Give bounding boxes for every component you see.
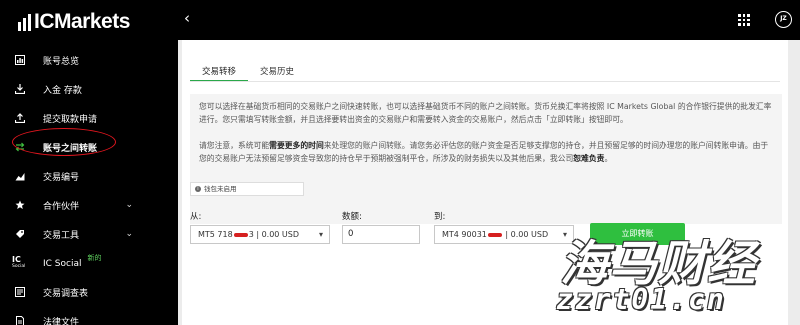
chevron-down-icon: ⌄ bbox=[125, 200, 133, 210]
legal-doc-icon bbox=[14, 316, 25, 325]
top-bar: ‹ JZ bbox=[178, 0, 800, 40]
redaction-mark bbox=[487, 232, 502, 237]
sidebar-item-partners[interactable]: 合作伙伴 ⌄ bbox=[0, 191, 178, 220]
wallet-status-text: 钱包未启用 bbox=[204, 185, 237, 193]
survey-icon bbox=[14, 287, 25, 298]
from-account-select[interactable]: MT5 718 3 | 0.00 USD ▾ bbox=[190, 225, 330, 244]
sidebar-item-ic-social[interactable]: IC Social IC Social 新的 bbox=[0, 249, 178, 278]
info-paragraph-2: 请您注意，系统可能需要更多的时间来处理您的账户间转账。请您务必评估您的账户资金是… bbox=[199, 141, 769, 163]
amount-input[interactable]: 0 bbox=[342, 225, 420, 244]
chevron-left-icon[interactable]: ‹ bbox=[184, 11, 190, 26]
sidebar-item-trading-accounts[interactable]: 交易编号 bbox=[0, 162, 178, 191]
bar-chart-icon bbox=[14, 55, 25, 66]
to-account-select[interactable]: MT4 90031 | 0.00 USD ▾ bbox=[434, 225, 574, 244]
sidebar-item-label: 账号总览 bbox=[43, 57, 80, 67]
sidebar-item-trading-survey[interactable]: 交易调查表 bbox=[0, 278, 178, 307]
transfer-arrows-icon bbox=[14, 142, 25, 153]
chevron-down-icon: ⌄ bbox=[125, 229, 133, 239]
sidebar-item-label: 交易工具 bbox=[43, 231, 80, 241]
sidebar-item-label: 账号之间转账 bbox=[43, 144, 98, 154]
ic-social-icon: IC Social bbox=[12, 255, 26, 270]
tab-transfer[interactable]: 交易转移 bbox=[190, 64, 249, 82]
tools-icon bbox=[14, 229, 25, 240]
transfer-now-button[interactable]: 立即转账 bbox=[590, 223, 685, 245]
chart-icon bbox=[14, 171, 25, 182]
sidebar-item-account-overview[interactable]: 账号总览 bbox=[0, 46, 178, 75]
new-badge: 新的 bbox=[87, 253, 102, 262]
sidebar-item-label: 提交取款申请 bbox=[43, 115, 98, 125]
from-account-suffix: 3 | 0.00 USD bbox=[248, 230, 300, 239]
partner-icon bbox=[14, 200, 25, 211]
sidebar-item-legal-documents[interactable]: 法律文件 bbox=[0, 307, 178, 325]
sidebar-item-trading-tools[interactable]: 交易工具 ⌄ bbox=[0, 220, 178, 249]
tab-history[interactable]: 交易历史 bbox=[248, 64, 306, 82]
chevron-down-icon: ▾ bbox=[562, 230, 567, 239]
sidebar-nav: 账号总览 入金 存款 提交取款申请 账号之间转账 交易编号 合作伙伴 ⌄ 交易工… bbox=[0, 46, 178, 325]
tab-bar: 交易转移 交易历史 bbox=[190, 64, 306, 82]
logo-text: ICMarkets bbox=[34, 10, 130, 33]
logo-bars-icon bbox=[18, 13, 31, 31]
sidebar-item-withdraw[interactable]: 提交取款申请 bbox=[0, 104, 178, 133]
deposit-icon bbox=[14, 84, 25, 95]
sidebar-item-label: 法律文件 bbox=[43, 318, 80, 325]
tab-divider bbox=[190, 81, 780, 82]
info-panel: 您可以选择在基础货币相同的交易账户之间快速转账，也可以选择基础货币不同的账户之间… bbox=[190, 94, 782, 224]
sidebar-item-label: 入金 存款 bbox=[43, 86, 82, 96]
sidebar: ICMarkets 账号总览 入金 存款 提交取款申请 账号之间转账 交易编号 … bbox=[0, 0, 178, 325]
chevron-down-icon: ▾ bbox=[318, 230, 323, 239]
from-account-prefix: MT5 718 bbox=[198, 230, 233, 239]
transfer-card: 交易转移 交易历史 您可以选择在基础货币相同的交易账户之间快速转账，也可以选择基… bbox=[182, 40, 788, 325]
info-paragraph-1: 您可以选择在基础货币相同的交易账户之间快速转账，也可以选择基础货币不同的账户之间… bbox=[199, 102, 772, 124]
sidebar-item-label: IC Social bbox=[43, 258, 82, 269]
app-window: ICMarkets 账号总览 入金 存款 提交取款申请 账号之间转账 交易编号 … bbox=[0, 0, 800, 325]
to-account-prefix: MT4 90031 bbox=[442, 230, 487, 239]
apps-grid-icon[interactable] bbox=[738, 14, 750, 26]
to-label: 到: bbox=[434, 212, 446, 222]
redaction-mark bbox=[233, 232, 248, 237]
ic-markets-logo[interactable]: ICMarkets bbox=[18, 10, 130, 34]
from-label: 从: bbox=[190, 212, 202, 222]
info-icon: i bbox=[195, 186, 201, 192]
wallet-status-note: i 钱包未启用 bbox=[190, 182, 304, 196]
sidebar-item-deposit[interactable]: 入金 存款 bbox=[0, 75, 178, 104]
amount-label: 数额: bbox=[342, 212, 362, 222]
sidebar-item-internal-transfer[interactable]: 账号之间转账 bbox=[0, 133, 178, 162]
to-account-suffix: | 0.00 USD bbox=[502, 230, 549, 239]
sidebar-item-label: 交易编号 bbox=[43, 173, 80, 183]
sidebar-item-label: 合作伙伴 bbox=[43, 202, 80, 212]
avatar[interactable]: JZ bbox=[775, 11, 792, 28]
sidebar-item-label: 交易调查表 bbox=[43, 289, 89, 299]
withdraw-icon bbox=[14, 113, 25, 124]
